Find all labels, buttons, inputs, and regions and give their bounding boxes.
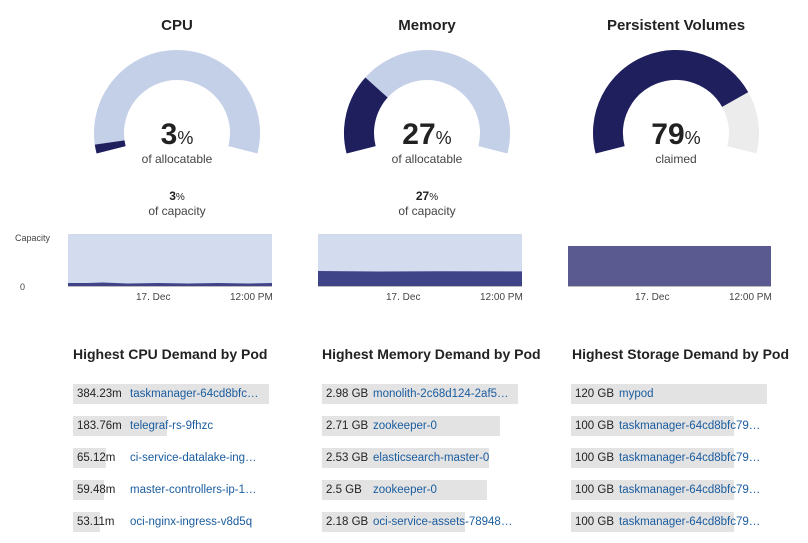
memory-gauge-value: 27% [402, 118, 452, 151]
memory-spark-axis [318, 286, 522, 287]
memory-row-value: 2.53 GB [326, 452, 369, 464]
storage-row-value: 120 GB [575, 388, 614, 400]
storage-row[interactable]: 100 GB taskmanager-64cd8bfc79… [571, 512, 771, 532]
memory-row-pod-link[interactable]: zookeeper-0 [373, 416, 437, 436]
pv-title: Persistent Volumes [606, 17, 746, 34]
storage-list-title: Highest Storage Demand by Pod [572, 346, 790, 362]
cpu-capacity-label: of capacity [148, 204, 206, 218]
memory-row-pod-link[interactable]: oci-service-assets-78948… [373, 512, 512, 532]
cpu-row-pod-link[interactable]: oci-nginx-ingress-v8d5q [130, 512, 252, 532]
memory-row[interactable]: 2.71 GB zookeeper-0 [322, 416, 522, 436]
memory-row-pod-link[interactable]: zookeeper-0 [373, 480, 437, 500]
cpu-row[interactable]: 59.48m master-controllers-ip-1… [73, 480, 273, 500]
cpu-title: CPU [161, 17, 193, 34]
spark-y-top-label: Capacity [15, 233, 51, 243]
memory-row-value: 2.5 GB [326, 484, 362, 496]
cpu-row-value: 384.23m [77, 388, 122, 400]
cpu-row-pod-link[interactable]: telegraf-rs-9fhzc [130, 416, 213, 436]
cpu-capacity-value: 3% [169, 189, 185, 203]
cpu-row[interactable]: 183.76m telegraf-rs-9fhzc [73, 416, 273, 436]
memory-row-value: 2.98 GB [326, 388, 369, 400]
memory-row-pod-link[interactable]: monolith-2c68d124-2af5… [373, 384, 509, 404]
pv-sparkline [568, 234, 771, 286]
cpu-row-pod-link[interactable]: master-controllers-ip-1… [130, 480, 257, 500]
cpu-tick-time: 12:00 PM [230, 292, 273, 303]
memory-gauge-label: of allocatable [391, 152, 463, 166]
storage-row[interactable]: 100 GB taskmanager-64cd8bfc79… [571, 416, 771, 436]
storage-row-pod-link[interactable]: taskmanager-64cd8bfc79… [619, 416, 760, 436]
cpu-gauge: 3% of allocatable [92, 48, 262, 173]
storage-row-value: 100 GB [575, 516, 614, 528]
memory-row[interactable]: 2.98 GB monolith-2c68d124-2af5… [322, 384, 522, 404]
memory-row-value: 2.18 GB [326, 516, 369, 528]
pv-gauge: 79% claimed [591, 48, 761, 173]
pv-tick-time: 12:00 PM [729, 292, 772, 303]
memory-capacity-value: 27% [415, 189, 439, 203]
storage-row[interactable]: 100 GB taskmanager-64cd8bfc79… [571, 480, 771, 500]
cpu-row-value: 183.76m [77, 420, 122, 432]
storage-row-pod-link[interactable]: mypod [619, 384, 654, 404]
memory-sparkline [318, 234, 522, 286]
pv-gauge-value: 79% [651, 118, 701, 151]
cpu-row[interactable]: 53.11m oci-nginx-ingress-v8d5q [73, 512, 273, 532]
cpu-row-value: 59.48m [77, 484, 116, 496]
pv-spark-axis [568, 286, 771, 287]
storage-row-value: 100 GB [575, 452, 614, 464]
storage-row[interactable]: 100 GB taskmanager-64cd8bfc79… [571, 448, 771, 468]
cpu-row-pod-link[interactable]: ci-service-datalake-ing… [130, 448, 257, 468]
cpu-tick-date: 17. Dec [136, 292, 171, 303]
memory-row[interactable]: 2.53 GB elasticsearch-master-0 [322, 448, 522, 468]
memory-row-pod-link[interactable]: elasticsearch-master-0 [373, 448, 489, 468]
cpu-row-value: 65.12m [77, 452, 116, 464]
cpu-spark-axis [68, 286, 272, 287]
memory-list-title: Highest Memory Demand by Pod [322, 346, 541, 362]
pv-gauge-label: claimed [655, 152, 697, 166]
memory-tick-date: 17. Dec [386, 292, 421, 303]
memory-row[interactable]: 2.5 GB zookeeper-0 [322, 480, 522, 500]
storage-row-pod-link[interactable]: taskmanager-64cd8bfc79… [619, 512, 760, 532]
memory-row[interactable]: 2.18 GB oci-service-assets-78948… [322, 512, 522, 532]
pv-tick-date: 17. Dec [635, 292, 670, 303]
cpu-row-pod-link[interactable]: taskmanager-64cd8bfc… [130, 384, 258, 404]
memory-capacity-label: of capacity [398, 204, 456, 218]
cpu-list-title: Highest CPU Demand by Pod [73, 346, 268, 362]
cpu-row[interactable]: 65.12m ci-service-datalake-ing… [73, 448, 273, 468]
memory-row-value: 2.71 GB [326, 420, 369, 432]
cpu-row[interactable]: 384.23m taskmanager-64cd8bfc… [73, 384, 273, 404]
cpu-gauge-value: 3% [160, 118, 194, 151]
memory-tick-time: 12:00 PM [480, 292, 523, 303]
memory-gauge: 27% of allocatable [342, 48, 512, 173]
spark-y-bottom-label: 0 [20, 282, 26, 292]
storage-row-pod-link[interactable]: taskmanager-64cd8bfc79… [619, 448, 760, 468]
cpu-sparkline [68, 234, 272, 286]
cpu-gauge-label: of allocatable [141, 152, 213, 166]
storage-row-value: 100 GB [575, 420, 614, 432]
storage-row-pod-link[interactable]: taskmanager-64cd8bfc79… [619, 480, 760, 500]
storage-row-value: 100 GB [575, 484, 614, 496]
memory-title: Memory [398, 17, 456, 34]
storage-row[interactable]: 120 GB mypod [571, 384, 771, 404]
cpu-row-value: 53.11m [77, 516, 115, 528]
